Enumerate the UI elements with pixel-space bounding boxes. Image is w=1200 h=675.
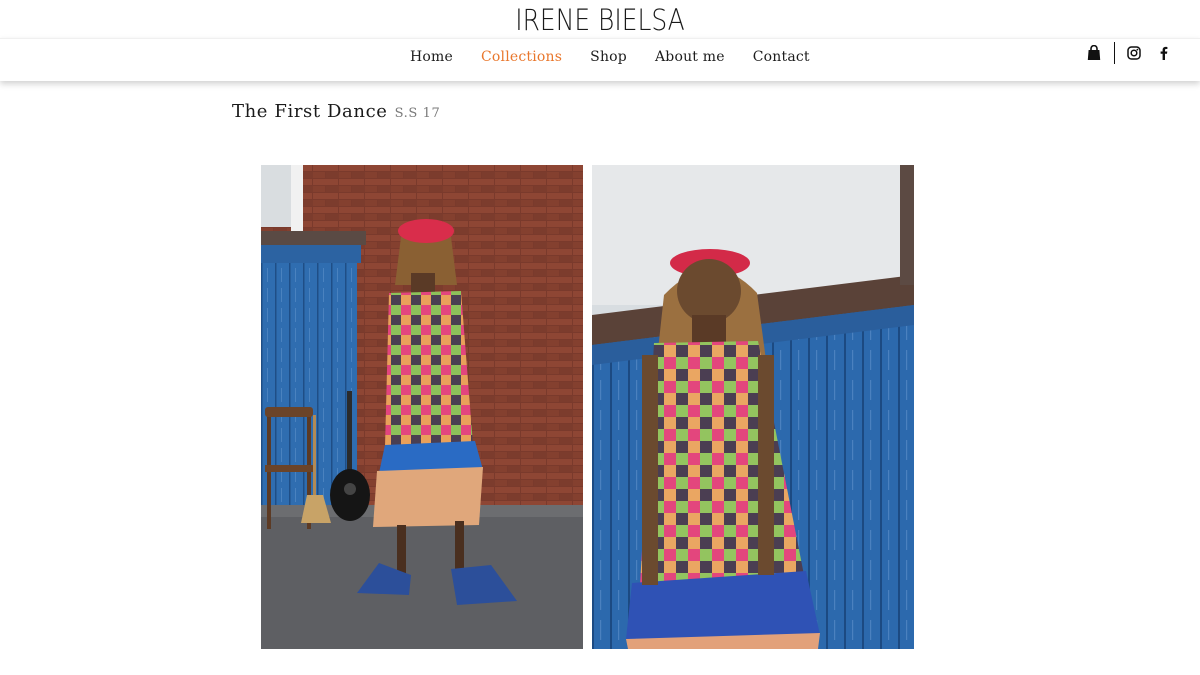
collection-title: The First Dance bbox=[232, 101, 388, 122]
nav-about-me[interactable]: About me bbox=[655, 49, 725, 65]
collection-photo-2[interactable] bbox=[592, 165, 914, 649]
collection-season: S.S 17 bbox=[394, 106, 441, 121]
nav-home[interactable]: Home bbox=[410, 49, 453, 65]
site-logo[interactable]: IRENE BIELSA bbox=[84, 3, 1116, 37]
shopping-bag-icon[interactable] bbox=[1086, 44, 1102, 61]
header-icons bbox=[1086, 42, 1172, 64]
navigation-bar: Home Collections Shop About me Contact bbox=[0, 38, 1200, 81]
nav-shop[interactable]: Shop bbox=[590, 49, 627, 65]
collection-photo-1[interactable] bbox=[261, 165, 583, 649]
nav-collections[interactable]: Collections bbox=[481, 49, 562, 65]
instagram-icon[interactable] bbox=[1126, 45, 1142, 61]
facebook-icon[interactable] bbox=[1156, 45, 1172, 61]
main-nav: Home Collections Shop About me Contact bbox=[410, 49, 838, 65]
icon-divider bbox=[1114, 42, 1115, 64]
nav-contact[interactable]: Contact bbox=[753, 49, 810, 65]
collection-heading: The First Dance S.S 17 bbox=[232, 101, 440, 122]
